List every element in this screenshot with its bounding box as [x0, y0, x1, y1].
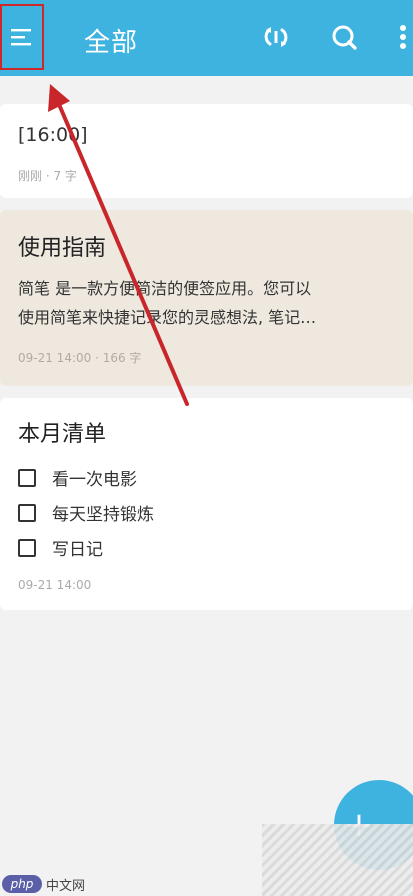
- note-card-guide[interactable]: 使用指南 简笔 是一款方便简洁的便签应用。您可以 使用简笔来快捷记录您的灵感想法…: [0, 210, 413, 386]
- watermark-logo: php: [2, 875, 42, 893]
- note-card-checklist[interactable]: 本月清单 看一次电影 每天坚持锻炼 写日记 09-21 14:00: [0, 398, 413, 610]
- search-button[interactable]: [327, 20, 361, 54]
- checklist-label: 看一次电影: [52, 470, 137, 490]
- checkbox[interactable]: [18, 538, 36, 557]
- checklist-item: 每天坚持锻炼: [18, 495, 154, 530]
- sync-icon: [264, 27, 288, 47]
- page-title: 全部: [84, 28, 139, 58]
- checklist-label: 每天坚持锻炼: [52, 505, 154, 525]
- note-preview: 简笔 是一款方便简洁的便签应用。您可以 使用简笔来快捷记录您的灵感想法, 笔记…: [18, 274, 408, 332]
- note-card[interactable]: [16:00] 刚刚 · 7 字: [0, 104, 413, 198]
- checkbox[interactable]: [18, 503, 36, 522]
- note-meta: 刚刚 · 7 字: [18, 169, 77, 183]
- watermark-overlay: [262, 824, 413, 896]
- menu-button[interactable]: [0, 4, 44, 70]
- note-title: 使用指南: [18, 236, 107, 261]
- checklist-label: 写日记: [52, 540, 103, 560]
- watermark: php 中文网: [0, 872, 110, 896]
- note-preview-line: 简笔 是一款方便简洁的便签应用。您可以: [18, 279, 312, 298]
- checkbox[interactable]: [18, 468, 36, 487]
- more-options-button[interactable]: [392, 20, 413, 54]
- app-bar: 全部: [0, 0, 413, 76]
- menu-icon: [11, 29, 31, 46]
- checklist: 看一次电影 每天坚持锻炼 写日记: [18, 460, 154, 565]
- note-title: 本月清单: [18, 422, 107, 447]
- sync-button[interactable]: [259, 20, 293, 54]
- checklist-item: 写日记: [18, 530, 154, 565]
- note-text: [16:00]: [18, 124, 88, 146]
- watermark-text: 中文网: [46, 878, 86, 894]
- search-icon: [332, 25, 357, 50]
- note-meta: 09-21 14:00: [18, 578, 92, 592]
- note-meta: 09-21 14:00 · 166 字: [18, 351, 142, 365]
- checklist-item: 看一次电影: [18, 460, 154, 495]
- note-preview-line: 使用简笔来快捷记录您的灵感想法, 笔记…: [18, 308, 317, 327]
- more-vertical-icon: [400, 25, 406, 49]
